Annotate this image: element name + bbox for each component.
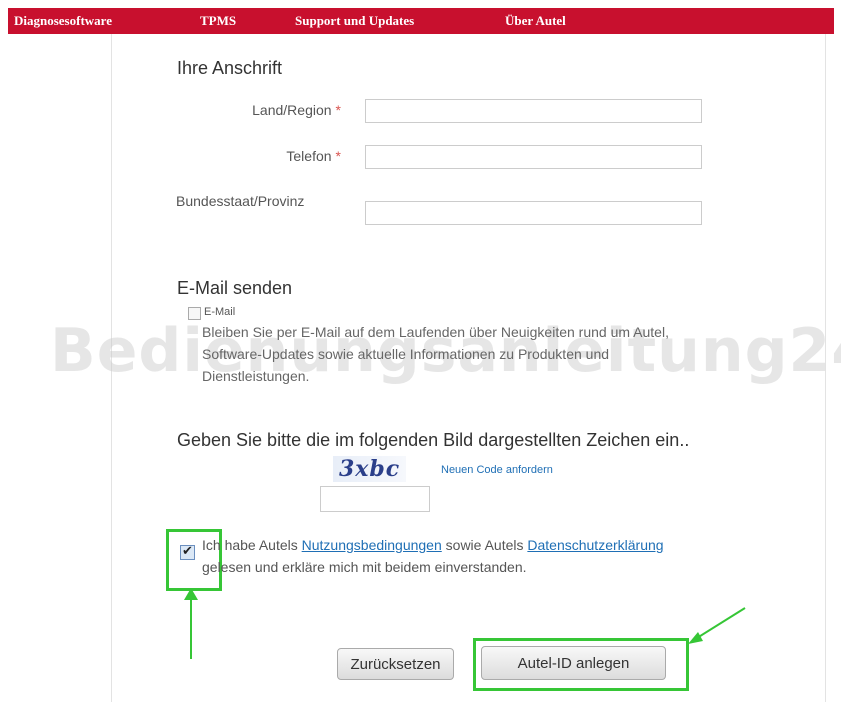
privacy-policy-link[interactable]: Datenschutzerklärung xyxy=(527,537,663,553)
email-description-line2: Software-Updates sowie aktuelle Informat… xyxy=(202,346,610,362)
email-checkbox-label: E-Mail xyxy=(204,306,236,318)
new-code-link[interactable]: Neuen Code anfordern xyxy=(441,464,553,476)
required-marker: * xyxy=(335,148,341,164)
create-autel-id-button[interactable]: Autel-ID anlegen xyxy=(481,646,666,680)
country-label: Land/Region * xyxy=(252,102,341,118)
state-input[interactable] xyxy=(365,201,702,225)
checkmark-icon: ✔ xyxy=(182,543,193,558)
country-input[interactable] xyxy=(365,99,702,123)
phone-input[interactable] xyxy=(365,145,702,169)
state-label: Bundesstaat/Provinz xyxy=(176,193,305,209)
nav-item-tpms[interactable]: TPMS xyxy=(200,13,236,29)
terms-line2: gelesen und erkläre mich mit beidem einv… xyxy=(202,559,527,575)
email-checkbox[interactable] xyxy=(188,307,201,320)
nav-item-diagnosesoftware[interactable]: Diagnosesoftware xyxy=(14,13,112,29)
captcha-image: 3xbc xyxy=(333,456,407,482)
captcha-input[interactable] xyxy=(320,486,430,512)
top-navigation: Diagnosesoftware TPMS Support und Update… xyxy=(8,8,834,34)
phone-label: Telefon * xyxy=(286,148,341,164)
reset-button[interactable]: Zurücksetzen xyxy=(337,648,454,680)
terms-of-use-link[interactable]: Nutzungsbedingungen xyxy=(302,537,442,553)
terms-line1: Ich habe Autels Nutzungsbedingungen sowi… xyxy=(202,537,664,553)
email-heading: E-Mail senden xyxy=(177,278,293,298)
required-marker: * xyxy=(335,102,341,118)
email-description-line1: Bleiben Sie per E-Mail auf dem Laufenden… xyxy=(202,324,669,340)
captcha-heading: Geben Sie bitte die im folgenden Bild da… xyxy=(177,430,690,450)
address-heading: Ihre Anschrift xyxy=(177,58,283,78)
email-description-line3: Dienstleistungen. xyxy=(202,368,310,384)
nav-item-about-autel[interactable]: Über Autel xyxy=(505,13,566,29)
nav-item-support-updates[interactable]: Support und Updates xyxy=(295,13,414,29)
